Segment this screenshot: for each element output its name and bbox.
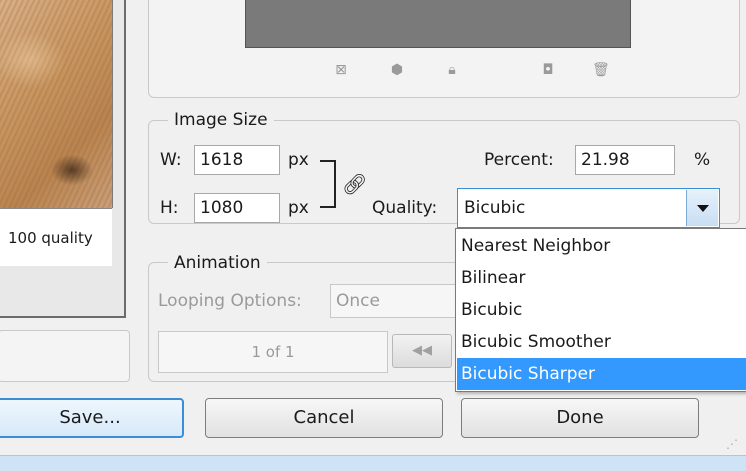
quality-selected-value: Bicubic [464, 198, 526, 218]
percent-unit: % [694, 150, 711, 170]
save-button[interactable]: Save... [0, 398, 184, 438]
quality-option[interactable]: Bicubic [457, 294, 746, 326]
gray-preview-area [245, 0, 631, 48]
height-input[interactable]: 1080 [194, 193, 280, 223]
quality-option[interactable]: Nearest Neighbor [457, 230, 746, 262]
chain-link-icon[interactable]: 🔗︎ [342, 174, 367, 194]
new-icon[interactable]: ◘ [540, 62, 556, 78]
quality-option-highlighted[interactable]: Bicubic Sharper [457, 358, 746, 390]
width-input[interactable]: 1618 [194, 145, 280, 175]
chevron-down-icon [697, 205, 709, 212]
constrain-bracket [320, 160, 336, 208]
resize-grip-icon[interactable]: ⋰ [726, 438, 738, 450]
quality-option[interactable]: Bilinear [457, 262, 746, 294]
trash-icon[interactable]: 🗑︎ [592, 62, 610, 78]
quality-dropdown-list: Nearest Neighbor Bilinear Bicubic Bicubi… [455, 228, 746, 392]
quality-option[interactable]: Bicubic Smoother [457, 326, 746, 358]
preview-panel: 100 quality [0, 0, 126, 318]
3d-icon[interactable]: ⬢ [389, 62, 405, 78]
height-unit: px [288, 198, 309, 218]
width-label: W: [160, 150, 182, 170]
looping-options-select[interactable]: Once [330, 284, 458, 318]
percent-label: Percent: [484, 150, 554, 170]
preview-caption: 100 quality [0, 208, 112, 266]
looping-options-label: Looping Options: [158, 291, 302, 311]
quality-label: Quality: [372, 198, 438, 218]
lock-icon[interactable]: 🔒︎ [444, 62, 460, 78]
rewind-icon: ◀◀ [412, 343, 432, 358]
first-frame-button[interactable]: ◀◀ [392, 334, 452, 368]
frame-counter: 1 of 1 [158, 331, 388, 373]
resize-icon[interactable]: ⊠ [333, 62, 349, 78]
width-unit: px [288, 150, 309, 170]
quality-dropdown-button[interactable] [686, 190, 718, 226]
left-info-box [0, 330, 130, 382]
animation-legend: Animation [168, 251, 267, 275]
height-label: H: [160, 198, 179, 218]
done-button[interactable]: Done [461, 398, 699, 438]
window-bottom-border [0, 455, 746, 471]
image-preview [0, 0, 113, 208]
quality-select[interactable]: Bicubic [457, 188, 720, 228]
percent-input[interactable]: 21.98 [575, 145, 675, 175]
image-size-legend: Image Size [168, 108, 274, 132]
cancel-button[interactable]: Cancel [205, 398, 443, 438]
